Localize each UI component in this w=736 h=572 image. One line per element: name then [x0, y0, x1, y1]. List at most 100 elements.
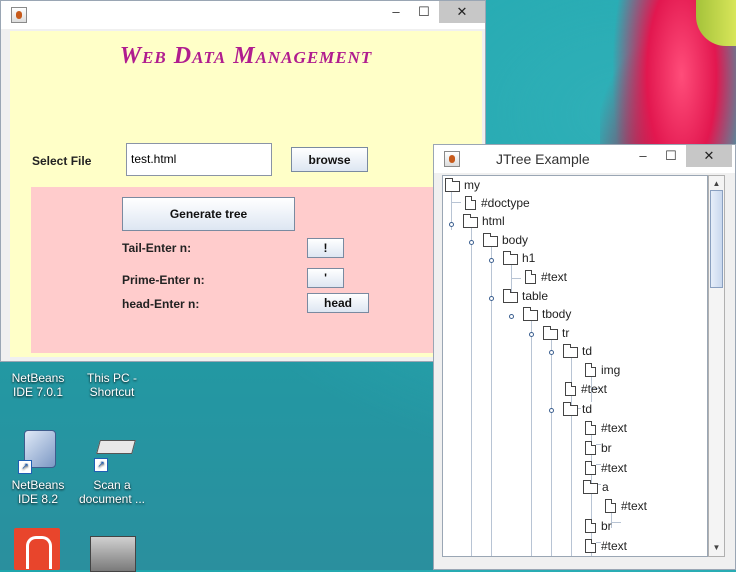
- printer-icon[interactable]: [90, 536, 136, 572]
- expand-toggle-icon[interactable]: [509, 314, 514, 319]
- tree-node[interactable]: tbody: [523, 305, 571, 323]
- document-icon: [585, 461, 596, 475]
- jtree-window: JTree Example – ☐ ✕ my #doctype html bod…: [433, 144, 736, 570]
- tree-node-label: #text: [601, 421, 628, 435]
- tree-node[interactable]: #text: [525, 268, 567, 286]
- jtree-view[interactable]: my #doctype html body h1 #text table tbo…: [442, 175, 708, 557]
- tree-scrollbar[interactable]: ▲ ▼: [708, 175, 725, 557]
- scroll-thumb[interactable]: [710, 190, 723, 288]
- head-label: head-Enter n:: [122, 297, 200, 311]
- select-file-label: Select File: [32, 154, 92, 168]
- folder-icon: [445, 177, 460, 192]
- tree-node[interactable]: #text: [605, 497, 647, 515]
- expand-toggle-icon[interactable]: [489, 296, 494, 301]
- operations-panel: Generate tree Tail-Enter n: ! Prime-Ente…: [31, 187, 482, 353]
- tree-node-label: #text: [621, 499, 648, 513]
- tree-node-label: td: [582, 344, 593, 358]
- expand-toggle-icon[interactable]: [549, 350, 554, 355]
- expand-toggle-icon[interactable]: [529, 332, 534, 337]
- java-app-icon: [11, 7, 27, 23]
- main-window: – ☐ ✕ Web Data Management Select File te…: [0, 0, 486, 362]
- tree-node-label: #text: [601, 539, 628, 553]
- tree-node-label: h1: [522, 251, 536, 265]
- minimize-button[interactable]: –: [381, 1, 411, 23]
- document-icon: [465, 196, 476, 210]
- shortcut-arrow-icon: ↗: [18, 460, 32, 474]
- desktop-icon-this-pc[interactable]: This PC - Shortcut: [78, 371, 146, 399]
- tree-node[interactable]: h1: [503, 249, 535, 267]
- desktop-icon-scan[interactable]: ↗ Scan a document ...: [78, 420, 146, 506]
- folder-icon: [543, 325, 558, 340]
- expand-toggle-icon[interactable]: [489, 258, 494, 263]
- folder-icon: [463, 213, 478, 228]
- tree-node[interactable]: #text: [565, 380, 607, 398]
- desktop-icon-label: This PC - Shortcut: [86, 371, 137, 399]
- document-icon: [585, 363, 596, 377]
- tree-node-label: #text: [541, 270, 568, 284]
- expand-toggle-icon[interactable]: [549, 408, 554, 413]
- close-button[interactable]: ✕: [439, 1, 485, 23]
- maximize-button[interactable]: ☐: [409, 1, 439, 23]
- tree-node-label: my: [464, 178, 480, 192]
- tree-node-label: #text: [601, 461, 628, 475]
- expand-toggle-icon[interactable]: [449, 222, 454, 227]
- tail-button[interactable]: !: [307, 238, 344, 258]
- folder-icon: [483, 232, 498, 247]
- tree-node[interactable]: my: [445, 176, 480, 194]
- desktop-icon-label: NetBeans IDE 7.0.1: [11, 371, 65, 399]
- head-button[interactable]: head: [307, 293, 369, 313]
- shortcut-arrow-icon: ↗: [94, 458, 108, 472]
- tree-node[interactable]: td: [563, 342, 592, 360]
- scanner-icon: ↗: [90, 432, 136, 474]
- desktop-icon-netbeans-701[interactable]: NetBeans IDE 7.0.1: [0, 371, 76, 399]
- netbeans-cube-icon: ↗: [18, 424, 58, 474]
- jtree-titlebar[interactable]: JTree Example – ☐ ✕: [434, 145, 735, 173]
- tree-node-label: br: [601, 441, 612, 455]
- close-button[interactable]: ✕: [686, 145, 732, 167]
- tree-node-label: a: [602, 480, 609, 494]
- document-icon: [605, 499, 616, 513]
- minimize-button[interactable]: –: [628, 145, 658, 167]
- prime-button[interactable]: ': [307, 268, 344, 288]
- folder-icon: [523, 306, 538, 321]
- main-content-panel: Web Data Management Select File test.htm…: [10, 31, 482, 357]
- browse-button[interactable]: browse: [291, 147, 368, 172]
- tree-node[interactable]: br: [585, 439, 612, 457]
- tree-node[interactable]: br: [585, 517, 612, 535]
- desktop-icon-label: Scan a document ...: [78, 478, 146, 506]
- maximize-button[interactable]: ☐: [656, 145, 686, 167]
- folder-icon: [503, 288, 518, 303]
- document-icon: [585, 539, 596, 553]
- main-window-titlebar[interactable]: – ☐ ✕: [1, 1, 485, 29]
- tree-node[interactable]: body: [483, 231, 528, 249]
- app-title: Web Data Management: [119, 43, 373, 69]
- expand-toggle-icon[interactable]: [469, 240, 474, 245]
- tree-node-label: td: [582, 402, 593, 416]
- tree-node-label: br: [601, 519, 612, 533]
- java-app-icon: [444, 151, 460, 167]
- file-path-input[interactable]: test.html: [126, 143, 272, 176]
- tree-node-label: tbody: [542, 307, 572, 321]
- tree-node[interactable]: a: [583, 478, 609, 496]
- tree-node[interactable]: html: [463, 212, 505, 230]
- document-icon: [585, 421, 596, 435]
- tree-node[interactable]: td: [563, 400, 592, 418]
- tree-node-label: tr: [562, 326, 570, 340]
- jtree-window-title: JTree Example: [496, 151, 590, 167]
- prime-label: Prime-Enter n:: [122, 273, 205, 287]
- pdf-app-icon[interactable]: [14, 528, 60, 570]
- generate-tree-button[interactable]: Generate tree: [122, 197, 295, 231]
- desktop-icon-netbeans-82[interactable]: ↗ NetBeans IDE 8.2: [0, 420, 76, 506]
- tree-node[interactable]: #text: [585, 537, 627, 555]
- tree-node[interactable]: tr: [543, 324, 569, 342]
- tree-node[interactable]: #text: [585, 419, 627, 437]
- document-icon: [585, 441, 596, 455]
- scroll-down-icon[interactable]: ▼: [709, 540, 724, 556]
- tree-node[interactable]: #doctype: [465, 194, 530, 212]
- document-icon: [565, 382, 576, 396]
- tree-node-label: img: [601, 363, 621, 377]
- tree-node[interactable]: table: [503, 287, 548, 305]
- tree-node[interactable]: img: [585, 361, 620, 379]
- tree-node[interactable]: #text: [585, 459, 627, 477]
- tree-node-label: html: [482, 214, 505, 228]
